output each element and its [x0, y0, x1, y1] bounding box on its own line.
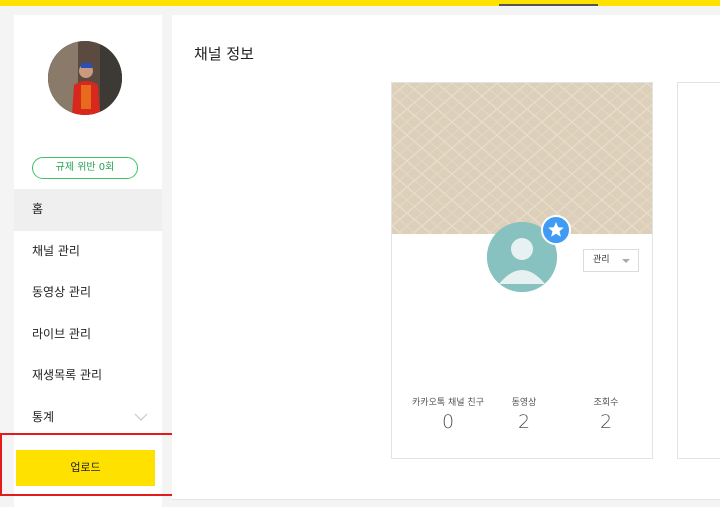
sidebar-menu: 홈 채널 관리 동영상 관리 라이브 관리 재생목록 관리 통계	[14, 189, 162, 438]
stat-kakao-friends: 카카오톡 채널 친구 0	[406, 395, 490, 433]
avatar-photo-icon	[48, 41, 122, 115]
active-tab-indicator	[499, 4, 598, 6]
sidebar-item-video-manage[interactable]: 동영상 관리	[14, 272, 162, 314]
stat-label: 조회수	[593, 398, 619, 408]
stat-value: 2	[517, 411, 531, 433]
cover-image[interactable]	[392, 83, 652, 234]
main-content: 채널 정보 관리 카카오톡 채널 친구 0 동영상 2 조회수 2	[172, 15, 720, 499]
cover-pattern-icon	[392, 83, 652, 234]
channel-info-card: 관리 카카오톡 채널 친구 0 동영상 2 조회수 2	[391, 82, 653, 459]
stat-views: 조회수 2	[574, 395, 638, 433]
stat-label: 동영상	[511, 398, 537, 408]
sidebar-item-label: 채널 관리	[32, 243, 80, 258]
stat-value: 0	[441, 411, 455, 433]
sidebar-item-live-manage[interactable]: 라이브 관리	[14, 314, 162, 356]
sidebar-item-channel-manage[interactable]: 채널 관리	[14, 231, 162, 273]
sidebar-item-label: 홈	[32, 202, 44, 216]
stat-value: 2	[599, 411, 613, 433]
violation-count-badge[interactable]: 규제 위반 0회	[32, 157, 138, 179]
stat-videos: 동영상 2	[492, 395, 556, 433]
sidebar-item-stats[interactable]: 통계	[14, 397, 162, 439]
top-bar	[0, 0, 720, 6]
caret-down-icon	[622, 259, 630, 263]
divider	[172, 499, 720, 500]
secondary-card	[677, 82, 720, 459]
upload-button[interactable]: 업로드	[16, 450, 155, 486]
sidebar-item-label: 라이브 관리	[32, 326, 92, 341]
manage-dropdown-label: 관리	[593, 255, 610, 265]
stat-label: 카카오톡 채널 친구	[412, 398, 484, 408]
sidebar-item-label: 통계	[32, 409, 55, 424]
channel-avatar[interactable]	[48, 41, 122, 115]
star-badge-icon	[541, 215, 571, 245]
sidebar-item-home[interactable]: 홈	[14, 189, 162, 231]
page-title: 채널 정보	[194, 45, 254, 63]
sidebar-item-label: 동영상 관리	[32, 285, 92, 299]
manage-dropdown[interactable]: 관리	[583, 249, 639, 272]
sidebar-item-playlist-manage[interactable]: 재생목록 관리	[14, 355, 162, 397]
sidebar-item-label: 재생목록 관리	[32, 368, 103, 382]
